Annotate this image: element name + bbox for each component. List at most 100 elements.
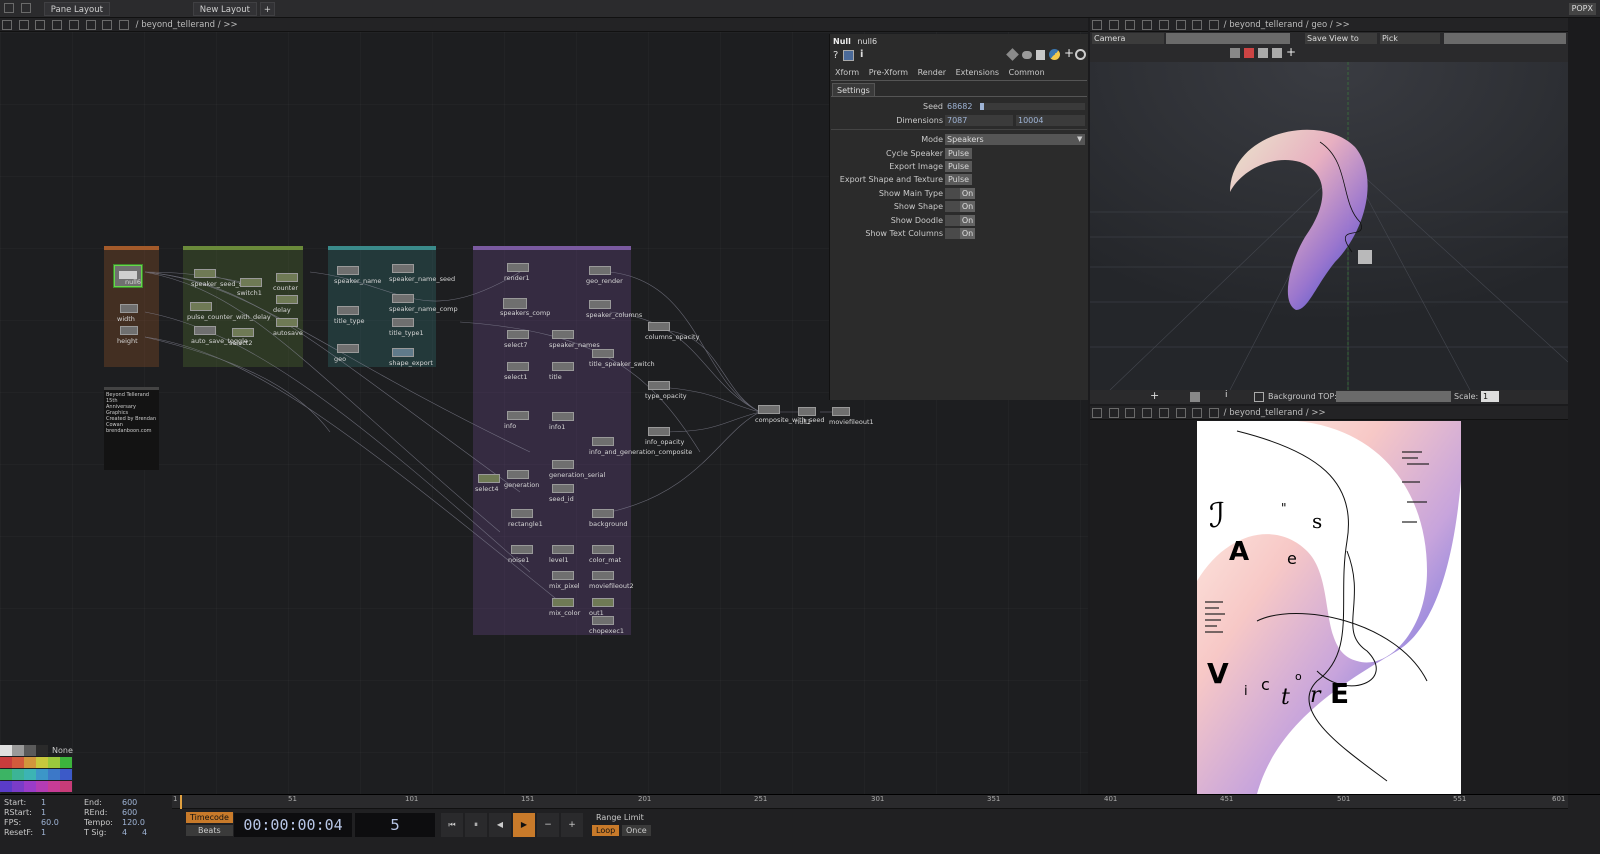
select-tool-icon[interactable]	[1230, 48, 1240, 58]
add-icon[interactable]	[1158, 408, 1169, 418]
node-select2[interactable]: select2	[229, 328, 254, 347]
wand-tool-icon[interactable]	[1272, 48, 1282, 58]
help-icon[interactable]: ?	[833, 50, 838, 61]
stop-icon[interactable]	[18, 20, 29, 30]
mode-dropdown[interactable]: Speakers	[945, 134, 1085, 145]
palette-none-label[interactable]: None	[52, 746, 73, 755]
node-select7[interactable]: select7	[504, 330, 529, 349]
time-ruler[interactable]: 1 51 101 151 201 251 301 351 401 451 501…	[172, 795, 1568, 809]
node-null6[interactable]: null6	[114, 265, 142, 287]
step-back-icon[interactable]: −	[537, 813, 559, 837]
tsig-numerator[interactable]: 4	[122, 828, 127, 837]
node-generation[interactable]: generation	[504, 470, 539, 489]
node-speaker-name-comp[interactable]: speaker_name_comp	[389, 294, 458, 313]
play-icon[interactable]: ▶	[513, 813, 535, 837]
back-icon[interactable]	[35, 20, 46, 30]
timecode-display[interactable]: 00:00:00:04	[234, 813, 352, 837]
node-null1[interactable]: null1	[795, 407, 816, 426]
tempo-value[interactable]: 120.0	[122, 818, 145, 827]
node-moviefileout2[interactable]: moviefileout2	[589, 571, 634, 590]
node-background[interactable]: background	[589, 509, 627, 528]
node-width[interactable]: width	[117, 304, 138, 323]
back-icon[interactable]	[1125, 408, 1136, 418]
star-icon[interactable]	[1175, 20, 1186, 30]
tab-xform[interactable]: Xform	[835, 68, 859, 77]
swatch[interactable]	[48, 781, 60, 792]
swatch[interactable]	[12, 745, 24, 756]
node-mix-color[interactable]: mix_color	[549, 598, 580, 617]
frame-display[interactable]: 5	[355, 813, 435, 837]
node-moviefileout1[interactable]: moviefileout1	[829, 407, 874, 426]
node-speaker-columns[interactable]: speaker_columns	[586, 300, 642, 319]
node-info-opacity[interactable]: info_opacity	[645, 427, 684, 446]
swatch[interactable]	[36, 769, 48, 780]
add-tool-icon[interactable]: +	[1286, 45, 1296, 59]
add-icon[interactable]: +	[1150, 389, 1159, 402]
pick-field[interactable]	[1444, 33, 1566, 44]
add-layout-button[interactable]: +	[259, 2, 275, 16]
node-noise1[interactable]: noise1	[508, 545, 533, 564]
node-type-opacity[interactable]: type_opacity	[645, 381, 687, 400]
transform-tool-icon[interactable]	[1244, 48, 1254, 58]
node-info[interactable]: info	[504, 411, 529, 430]
node-generation-serial[interactable]: generation_serial	[549, 460, 605, 479]
swatch[interactable]	[24, 757, 36, 768]
node-select4[interactable]: select4	[475, 474, 500, 493]
swatch[interactable]	[60, 757, 72, 768]
pane-menu-icon[interactable]	[1092, 408, 1102, 418]
tab-extensions[interactable]: Extensions	[956, 68, 999, 77]
node-seed-id[interactable]: seed_id	[549, 484, 574, 503]
swatch[interactable]	[0, 781, 12, 792]
swatch[interactable]	[12, 769, 24, 780]
forward-icon[interactable]	[1142, 20, 1153, 30]
node-speaker-name-seed[interactable]: speaker_name_seed	[389, 264, 455, 283]
node-title-speaker-switch[interactable]: title_speaker_switch	[589, 349, 655, 368]
node-columns-opacity[interactable]: columns_opacity	[645, 322, 699, 341]
dimensions-height-field[interactable]: 10004	[1016, 115, 1085, 126]
swatch[interactable]	[36, 745, 48, 756]
tab-render[interactable]: Render	[918, 68, 946, 77]
export-image-pulse-button[interactable]: Pulse	[945, 161, 973, 172]
add-icon[interactable]: +	[1064, 46, 1074, 60]
node-shape-export[interactable]: shape_export	[389, 348, 433, 367]
geo-path[interactable]: / beyond_tellerand / geo / >>	[1224, 20, 1350, 30]
save-view-dropdown[interactable]: Save View to	[1305, 33, 1377, 44]
node-speaker-name[interactable]: speaker_name	[334, 266, 381, 285]
pencil-icon[interactable]	[1006, 48, 1019, 61]
layout-icon[interactable]	[4, 3, 14, 13]
tab-pre-xform[interactable]: Pre-Xform	[869, 68, 908, 77]
bookmark-icon[interactable]	[1036, 50, 1045, 60]
pane-layout-button[interactable]: Pane Layout	[43, 2, 110, 16]
swatch[interactable]	[0, 745, 12, 756]
playhead[interactable]	[180, 795, 182, 809]
swatch[interactable]	[60, 769, 72, 780]
home-icon[interactable]	[1208, 408, 1219, 418]
target-icon[interactable]	[1075, 49, 1086, 60]
display-options-icon[interactable]	[1254, 392, 1264, 402]
node-auto-save-toggle[interactable]: auto_save_toggle	[191, 326, 248, 345]
node-info1[interactable]: info1	[549, 412, 574, 431]
new-layout-button[interactable]: New Layout	[192, 2, 257, 16]
swatch[interactable]	[36, 781, 48, 792]
node-speaker-seed-select[interactable]: speaker_seed_select	[191, 269, 258, 288]
swatch[interactable]	[24, 769, 36, 780]
node-mix-pixel[interactable]: mix_pixel	[549, 571, 580, 590]
tab-settings[interactable]: Settings	[832, 83, 875, 96]
op-name-field[interactable]: null6	[857, 37, 877, 46]
camera-dropdown[interactable]: Camera	[1092, 33, 1164, 44]
node-out1[interactable]: out1	[589, 598, 614, 617]
swatch[interactable]	[48, 769, 60, 780]
pane-menu-icon[interactable]	[1092, 20, 1102, 30]
info-icon[interactable]: i	[860, 49, 863, 60]
node-color-mat[interactable]: color_mat	[589, 545, 621, 564]
seed-slider[interactable]	[980, 103, 1085, 110]
node-speaker-names[interactable]: speaker_names	[549, 330, 600, 349]
comment-icon[interactable]	[1022, 51, 1032, 59]
pick-dropdown[interactable]: Pick	[1380, 33, 1440, 44]
swatch[interactable]	[12, 757, 24, 768]
seed-field[interactable]: 68682	[945, 101, 977, 112]
background-top-field[interactable]	[1336, 391, 1451, 402]
node-speakers-comp[interactable]: speakers_comp	[500, 298, 550, 317]
node-select1[interactable]: select1	[504, 362, 529, 381]
start-value[interactable]: 1	[41, 798, 46, 807]
